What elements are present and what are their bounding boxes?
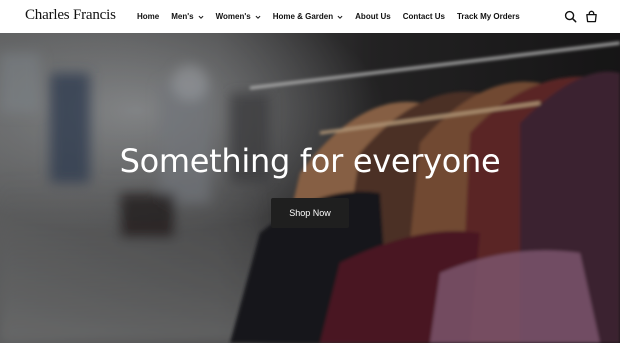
nav-label: Women's bbox=[215, 12, 251, 21]
nav-item-home[interactable]: Home bbox=[137, 12, 159, 21]
nav-item-mens[interactable]: Men's bbox=[171, 12, 204, 21]
cart-icon[interactable] bbox=[585, 10, 598, 23]
nav-label: Home & Garden bbox=[272, 12, 334, 21]
main-nav: Home Men's Women's Home & Garden About U… bbox=[137, 0, 532, 33]
nav-label: Men's bbox=[171, 12, 194, 21]
nav-label: Home bbox=[137, 12, 160, 21]
chevron-down-icon bbox=[337, 15, 343, 19]
hero-banner: Something for everyone Shop Now bbox=[0, 33, 620, 343]
nav-label: About Us bbox=[355, 12, 391, 21]
header-actions bbox=[556, 10, 598, 23]
site-header: Charles Francis Home Men's Women's Home … bbox=[0, 0, 620, 33]
nav-label: Contact Us bbox=[402, 12, 445, 21]
search-icon[interactable] bbox=[564, 10, 577, 23]
nav-item-track-orders[interactable]: Track My Orders bbox=[457, 12, 520, 21]
nav-item-home-garden[interactable]: Home & Garden bbox=[273, 12, 343, 21]
brand-logo[interactable]: Charles Francis bbox=[25, 7, 116, 24]
chevron-down-icon bbox=[198, 15, 204, 19]
nav-label: Track My Orders bbox=[456, 12, 520, 21]
hero-title: Something for everyone bbox=[119, 142, 501, 180]
hero-background-image bbox=[0, 33, 620, 343]
nav-item-about-us[interactable]: About Us bbox=[355, 12, 391, 21]
chevron-down-icon bbox=[255, 15, 261, 19]
nav-item-contact-us[interactable]: Contact Us bbox=[403, 12, 445, 21]
shop-now-button[interactable]: Shop Now bbox=[271, 198, 349, 228]
nav-item-womens[interactable]: Women's bbox=[216, 12, 261, 21]
